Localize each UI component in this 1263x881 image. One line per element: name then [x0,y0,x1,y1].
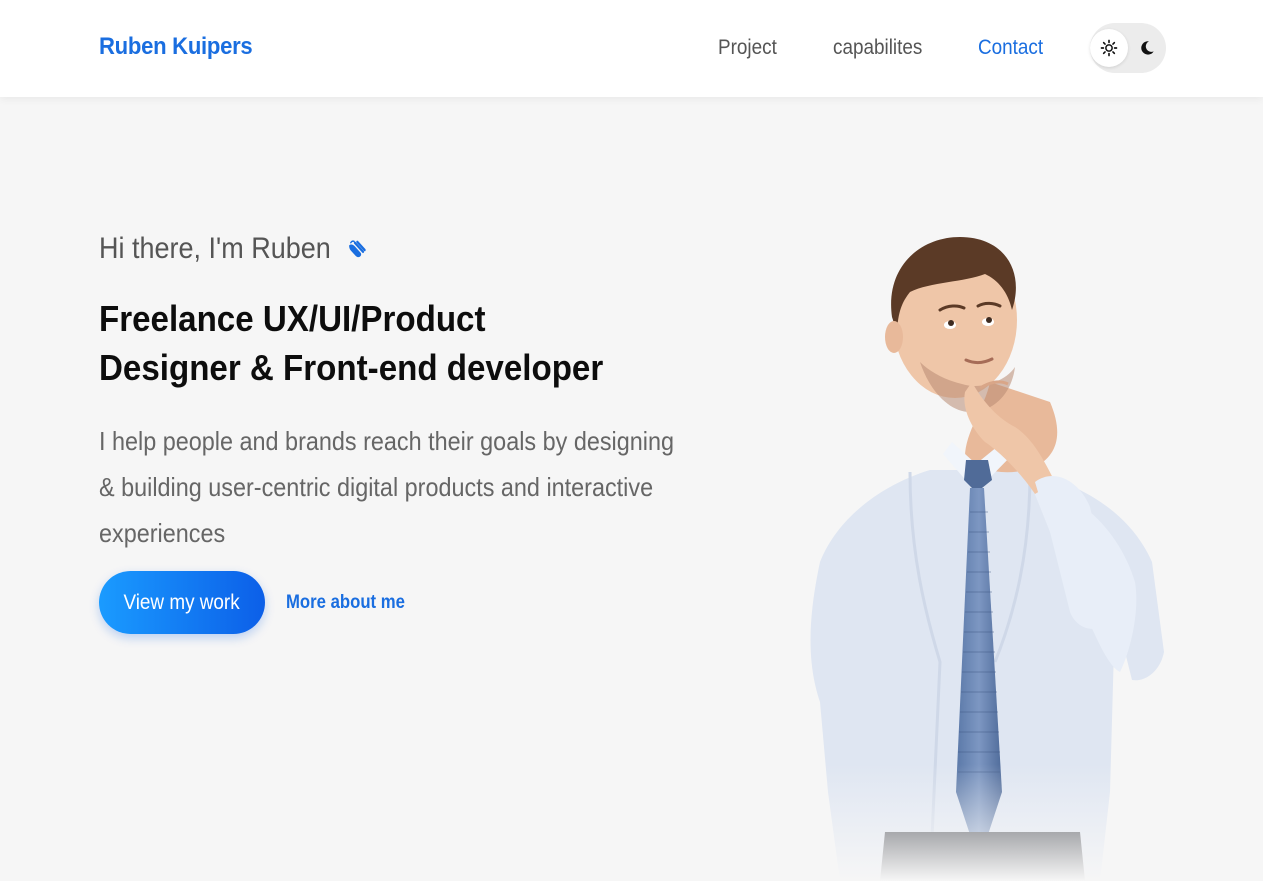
moon-icon [1141,41,1154,55]
greeting-text: Hi there, I'm Ruben [99,232,331,265]
nav-link-project[interactable]: Project [718,36,777,60]
light-mode-button[interactable] [1090,29,1128,67]
view-my-work-label: View my work [123,590,241,614]
hero-greeting: Hi there, I'm Ruben [99,228,657,270]
portrait-image [780,232,1180,881]
brand-logo-link[interactable]: Ruben Kuipers [99,33,253,61]
headline-line-1: Freelance UX/UI/Product [99,298,486,339]
hero-actions: View my work More about me [99,571,421,634]
hero-description: I help people and brands reach their goa… [99,426,675,548]
waving-hand-icon [347,234,367,268]
hero-headline: Freelance UX/UI/Product Designer & Front… [99,294,669,392]
nav-link-contact[interactable]: Contact [978,36,1043,60]
theme-toggle[interactable] [1090,23,1166,73]
site-header: Ruben Kuipers Project capabilites Contac… [0,0,1263,97]
headline-line-2: Designer & Front-end developer [99,347,604,388]
sun-icon [1100,39,1118,57]
hero-text: Hi there, I'm Ruben Freelance UX/UI/Prod… [99,228,719,556]
nav-link-capabilities[interactable]: capabilites [833,36,922,60]
more-about-me-link[interactable]: More about me [286,592,405,614]
view-my-work-button[interactable]: View my work [99,571,265,634]
dark-mode-button[interactable] [1128,29,1166,67]
